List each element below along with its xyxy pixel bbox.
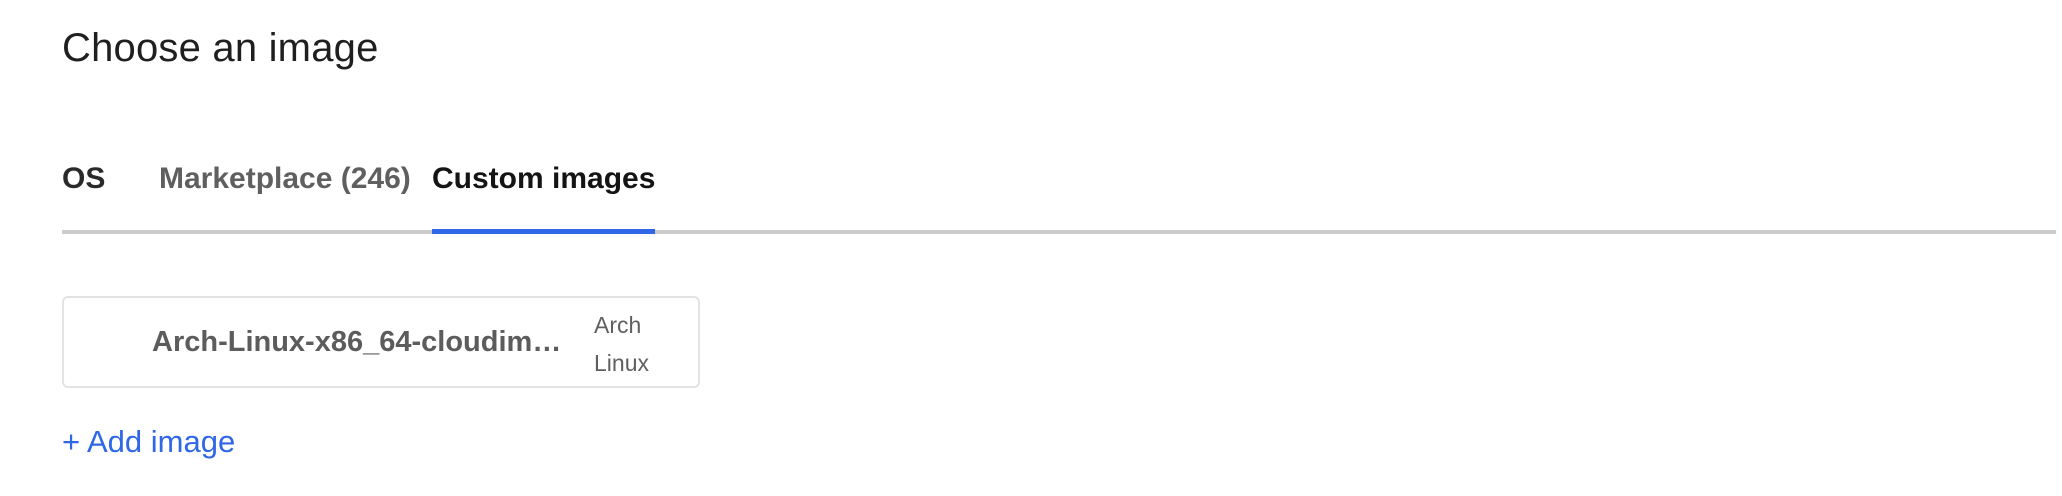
page-title: Choose an image bbox=[62, 26, 379, 70]
image-source-tabs: OS Marketplace (246) Custom images bbox=[62, 150, 2056, 234]
tab-marketplace[interactable]: Marketplace (246) bbox=[159, 150, 411, 230]
custom-image-card[interactable]: Arch-Linux-x86_64-cloudim… Arch Linux bbox=[62, 296, 700, 388]
custom-image-name: Arch-Linux-x86_64-cloudim… bbox=[152, 326, 562, 358]
add-image-link[interactable]: + Add image bbox=[62, 424, 235, 460]
choose-image-section: Choose an image OS Marketplace (246) Cus… bbox=[62, 0, 2062, 496]
tab-os[interactable]: OS bbox=[62, 150, 105, 230]
tab-custom-images[interactable]: Custom images bbox=[432, 150, 656, 234]
distribution-line-1: Arch bbox=[594, 312, 642, 338]
distribution-line-2: Linux bbox=[594, 350, 649, 376]
custom-image-distribution: Arch Linux bbox=[594, 306, 684, 382]
